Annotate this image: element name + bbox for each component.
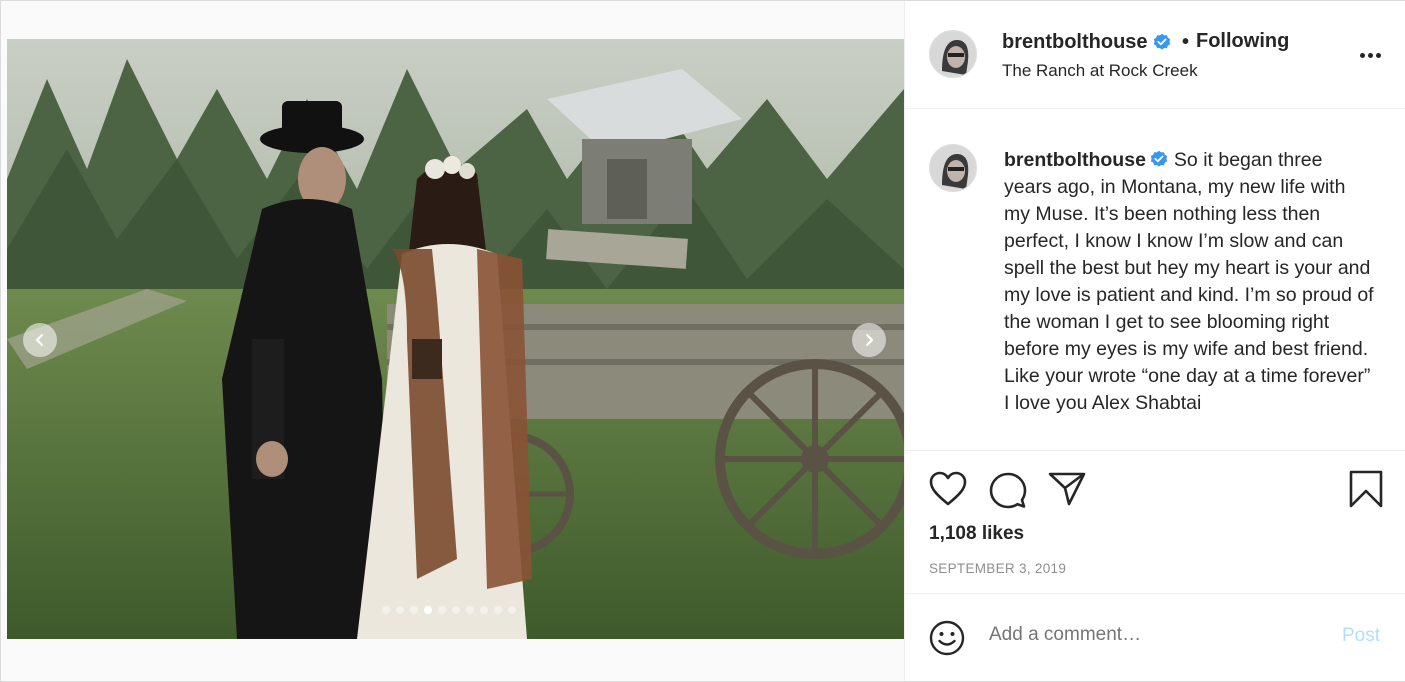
post-date[interactable]: SEPTEMBER 3, 2019 [929,561,1066,576]
post-header: brentbolthouse • Following The Ranch at … [905,1,1405,109]
emoji-icon [929,620,965,656]
comment-form: Post [905,593,1405,682]
caption-section: brentbolthouse So it began three years a… [905,109,1405,449]
bookmark-icon [1349,470,1383,508]
verified-badge-icon [1150,150,1168,167]
carousel-dot [438,606,446,614]
separator-dot: • [1182,31,1190,53]
following-button[interactable]: Following [1196,30,1289,53]
chevron-left-icon [35,333,44,347]
caption-text: So it began three years ago, in Montana,… [1004,149,1374,414]
carousel-dot [382,606,390,614]
actions-section: 1,108 likes SEPTEMBER 3, 2019 Post [905,450,1405,681]
comment-input[interactable] [989,624,1319,646]
save-button[interactable] [1348,470,1384,513]
carousel-dot [410,606,418,614]
chevron-right-icon [865,333,874,347]
post-sidebar: brentbolthouse • Following The Ranch at … [904,1,1405,681]
media-pane [1,1,904,681]
carousel-dot [480,606,488,614]
like-button[interactable] [929,471,967,512]
carousel-indicator [382,606,516,614]
share-button[interactable] [1048,470,1086,513]
avatar-image [930,31,976,77]
caption-text-block: brentbolthouse So it began three years a… [1004,147,1374,417]
caption-username-link[interactable]: brentbolthouse [1004,149,1146,171]
carousel-dot [494,606,502,614]
avatar-image [930,145,976,191]
previous-photo-button[interactable] [23,323,57,357]
avatar[interactable] [929,30,977,78]
comment-button[interactable] [989,471,1027,514]
next-photo-button[interactable] [852,323,886,357]
username-link[interactable]: brentbolthouse [1002,31,1148,54]
post-photo[interactable] [7,39,904,639]
share-icon [1048,472,1086,506]
more-options-icon[interactable] [1357,45,1383,65]
carousel-dot [424,606,432,614]
photo-illustration [7,39,904,639]
post-comment-button[interactable]: Post [1342,625,1380,647]
carousel-dot [396,606,404,614]
likes-count[interactable]: 1,108 likes [929,523,1024,545]
carousel-dot [508,606,516,614]
heart-icon [929,471,967,506]
carousel-dot [466,606,474,614]
verified-badge-icon [1153,33,1171,50]
carousel-dot [452,606,460,614]
caption-avatar[interactable] [929,144,977,192]
location-link[interactable]: The Ranch at Rock Creek [1002,61,1198,81]
post-dialog: brentbolthouse • Following The Ranch at … [0,0,1405,682]
emoji-button[interactable] [929,620,965,661]
comment-icon [989,472,1027,509]
